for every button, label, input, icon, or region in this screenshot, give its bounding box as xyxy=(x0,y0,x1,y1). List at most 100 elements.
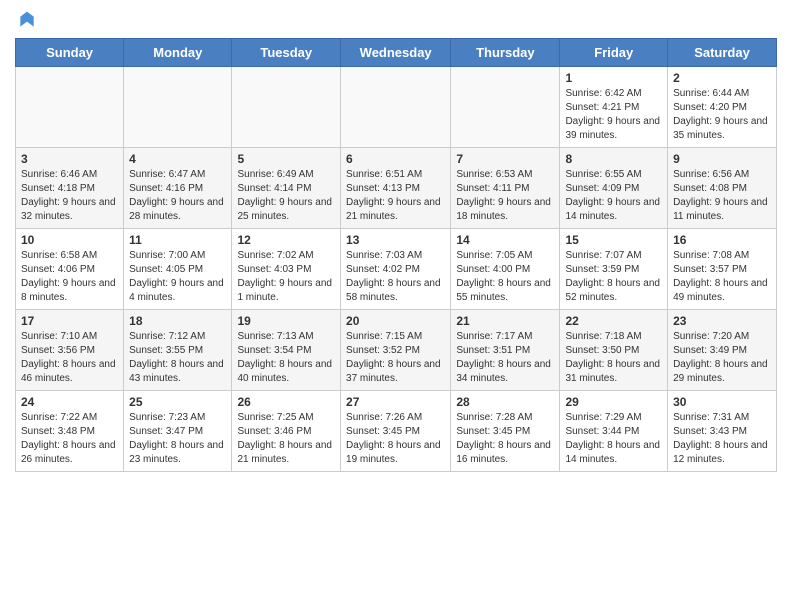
day-info: Sunrise: 6:53 AMSunset: 4:11 PMDaylight:… xyxy=(456,168,554,224)
calendar-header-thursday: Thursday xyxy=(451,39,560,67)
day-number: 16 xyxy=(673,233,771,247)
day-number: 5 xyxy=(237,152,335,166)
calendar-week-row: 1 Sunrise: 6:42 AMSunset: 4:21 PMDaylight… xyxy=(16,67,777,148)
calendar-day-cell xyxy=(232,67,341,148)
day-info: Sunrise: 6:56 AMSunset: 4:08 PMDaylight:… xyxy=(673,168,771,224)
day-info: Sunrise: 7:08 AMSunset: 3:57 PMDaylight:… xyxy=(673,249,771,305)
day-info: Sunrise: 7:26 AMSunset: 3:45 PMDaylight:… xyxy=(346,411,445,467)
day-info: Sunrise: 7:10 AMSunset: 3:56 PMDaylight:… xyxy=(21,330,118,386)
calendar-day-cell: 9 Sunrise: 6:56 AMSunset: 4:08 PMDaylight… xyxy=(668,148,777,229)
day-info: Sunrise: 6:55 AMSunset: 4:09 PMDaylight:… xyxy=(565,168,662,224)
calendar-day-cell: 30 Sunrise: 7:31 AMSunset: 3:43 PMDayligh… xyxy=(668,391,777,472)
calendar-day-cell: 23 Sunrise: 7:20 AMSunset: 3:49 PMDayligh… xyxy=(668,310,777,391)
calendar-header-sunday: Sunday xyxy=(16,39,124,67)
page-container: SundayMondayTuesdayWednesdayThursdayFrid… xyxy=(0,0,792,482)
day-number: 15 xyxy=(565,233,662,247)
day-number: 23 xyxy=(673,314,771,328)
day-info: Sunrise: 7:13 AMSunset: 3:54 PMDaylight:… xyxy=(237,330,335,386)
day-number: 20 xyxy=(346,314,445,328)
calendar-day-cell: 29 Sunrise: 7:29 AMSunset: 3:44 PMDayligh… xyxy=(560,391,668,472)
day-number: 7 xyxy=(456,152,554,166)
calendar-header-row: SundayMondayTuesdayWednesdayThursdayFrid… xyxy=(16,39,777,67)
day-info: Sunrise: 7:29 AMSunset: 3:44 PMDaylight:… xyxy=(565,411,662,467)
day-number: 2 xyxy=(673,71,771,85)
day-info: Sunrise: 6:47 AMSunset: 4:16 PMDaylight:… xyxy=(129,168,226,224)
day-number: 8 xyxy=(565,152,662,166)
day-number: 4 xyxy=(129,152,226,166)
day-number: 29 xyxy=(565,395,662,409)
day-info: Sunrise: 7:23 AMSunset: 3:47 PMDaylight:… xyxy=(129,411,226,467)
day-info: Sunrise: 7:05 AMSunset: 4:00 PMDaylight:… xyxy=(456,249,554,305)
calendar-day-cell: 11 Sunrise: 7:00 AMSunset: 4:05 PMDayligh… xyxy=(124,229,232,310)
day-number: 11 xyxy=(129,233,226,247)
day-info: Sunrise: 7:22 AMSunset: 3:48 PMDaylight:… xyxy=(21,411,118,467)
calendar-day-cell: 26Sunrise: 7:25 AMSunset: 3:46 PMDayligh… xyxy=(232,391,341,472)
calendar-day-cell: 19Sunrise: 7:13 AMSunset: 3:54 PMDayligh… xyxy=(232,310,341,391)
calendar-table: SundayMondayTuesdayWednesdayThursdayFrid… xyxy=(15,38,777,472)
day-number: 6 xyxy=(346,152,445,166)
calendar-week-row: 17 Sunrise: 7:10 AMSunset: 3:56 PMDayligh… xyxy=(16,310,777,391)
day-info: Sunrise: 6:46 AMSunset: 4:18 PMDaylight:… xyxy=(21,168,118,224)
calendar-day-cell: 13Sunrise: 7:03 AMSunset: 4:02 PMDayligh… xyxy=(341,229,451,310)
calendar-day-cell: 3 Sunrise: 6:46 AMSunset: 4:18 PMDaylight… xyxy=(16,148,124,229)
day-number: 3 xyxy=(21,152,118,166)
day-info: Sunrise: 6:51 AMSunset: 4:13 PMDaylight:… xyxy=(346,168,445,224)
calendar-day-cell: 5 Sunrise: 6:49 AMSunset: 4:14 PMDaylight… xyxy=(232,148,341,229)
calendar-day-cell xyxy=(16,67,124,148)
day-info: Sunrise: 7:15 AMSunset: 3:52 PMDaylight:… xyxy=(346,330,445,386)
calendar-day-cell: 15 Sunrise: 7:07 AMSunset: 3:59 PMDayligh… xyxy=(560,229,668,310)
calendar-week-row: 10 Sunrise: 6:58 AMSunset: 4:06 PMDayligh… xyxy=(16,229,777,310)
day-number: 28 xyxy=(456,395,554,409)
day-number: 25 xyxy=(129,395,226,409)
day-number: 9 xyxy=(673,152,771,166)
calendar-day-cell xyxy=(341,67,451,148)
calendar-header-wednesday: Wednesday xyxy=(341,39,451,67)
day-info: Sunrise: 7:20 AMSunset: 3:49 PMDaylight:… xyxy=(673,330,771,386)
calendar-day-cell: 17 Sunrise: 7:10 AMSunset: 3:56 PMDayligh… xyxy=(16,310,124,391)
day-info: Sunrise: 7:07 AMSunset: 3:59 PMDaylight:… xyxy=(565,249,662,305)
calendar-header-tuesday: Tuesday xyxy=(232,39,341,67)
calendar-day-cell xyxy=(124,67,232,148)
calendar-day-cell: 12Sunrise: 7:02 AMSunset: 4:03 PMDayligh… xyxy=(232,229,341,310)
day-info: Sunrise: 7:12 AMSunset: 3:55 PMDaylight:… xyxy=(129,330,226,386)
logo-icon xyxy=(17,10,37,30)
calendar-day-cell: 1 Sunrise: 6:42 AMSunset: 4:21 PMDaylight… xyxy=(560,67,668,148)
day-number: 27 xyxy=(346,395,445,409)
calendar-day-cell: 6 Sunrise: 6:51 AMSunset: 4:13 PMDaylight… xyxy=(341,148,451,229)
day-info: Sunrise: 7:28 AMSunset: 3:45 PMDaylight:… xyxy=(456,411,554,467)
day-info: Sunrise: 6:58 AMSunset: 4:06 PMDaylight:… xyxy=(21,249,118,305)
day-number: 30 xyxy=(673,395,771,409)
calendar-day-cell xyxy=(451,67,560,148)
calendar-day-cell: 28 Sunrise: 7:28 AMSunset: 3:45 PMDayligh… xyxy=(451,391,560,472)
calendar-day-cell: 2 Sunrise: 6:44 AMSunset: 4:20 PMDaylight… xyxy=(668,67,777,148)
calendar-day-cell: 14Sunrise: 7:05 AMSunset: 4:00 PMDayligh… xyxy=(451,229,560,310)
day-number: 26 xyxy=(237,395,335,409)
calendar-day-cell: 16 Sunrise: 7:08 AMSunset: 3:57 PMDayligh… xyxy=(668,229,777,310)
day-info: Sunrise: 7:31 AMSunset: 3:43 PMDaylight:… xyxy=(673,411,771,467)
calendar-day-cell: 25 Sunrise: 7:23 AMSunset: 3:47 PMDayligh… xyxy=(124,391,232,472)
day-number: 21 xyxy=(456,314,554,328)
day-number: 22 xyxy=(565,314,662,328)
day-info: Sunrise: 6:44 AMSunset: 4:20 PMDaylight:… xyxy=(673,87,771,143)
day-number: 1 xyxy=(565,71,662,85)
day-info: Sunrise: 6:42 AMSunset: 4:21 PMDaylight:… xyxy=(565,87,662,143)
day-info: Sunrise: 6:49 AMSunset: 4:14 PMDaylight:… xyxy=(237,168,335,224)
calendar-day-cell: 22 Sunrise: 7:18 AMSunset: 3:50 PMDayligh… xyxy=(560,310,668,391)
day-info: Sunrise: 7:00 AMSunset: 4:05 PMDaylight:… xyxy=(129,249,226,305)
calendar-day-cell: 24 Sunrise: 7:22 AMSunset: 3:48 PMDayligh… xyxy=(16,391,124,472)
calendar-day-cell: 27 Sunrise: 7:26 AMSunset: 3:45 PMDayligh… xyxy=(341,391,451,472)
day-number: 10 xyxy=(21,233,118,247)
day-info: Sunrise: 7:17 AMSunset: 3:51 PMDaylight:… xyxy=(456,330,554,386)
page-header xyxy=(15,10,777,30)
calendar-header-friday: Friday xyxy=(560,39,668,67)
calendar-day-cell: 10 Sunrise: 6:58 AMSunset: 4:06 PMDayligh… xyxy=(16,229,124,310)
day-info: Sunrise: 7:18 AMSunset: 3:50 PMDaylight:… xyxy=(565,330,662,386)
day-number: 17 xyxy=(21,314,118,328)
calendar-week-row: 24 Sunrise: 7:22 AMSunset: 3:48 PMDayligh… xyxy=(16,391,777,472)
calendar-header-saturday: Saturday xyxy=(668,39,777,67)
day-number: 12 xyxy=(237,233,335,247)
calendar-day-cell: 4 Sunrise: 6:47 AMSunset: 4:16 PMDaylight… xyxy=(124,148,232,229)
logo xyxy=(15,10,37,30)
day-number: 24 xyxy=(21,395,118,409)
calendar-day-cell: 20 Sunrise: 7:15 AMSunset: 3:52 PMDayligh… xyxy=(341,310,451,391)
